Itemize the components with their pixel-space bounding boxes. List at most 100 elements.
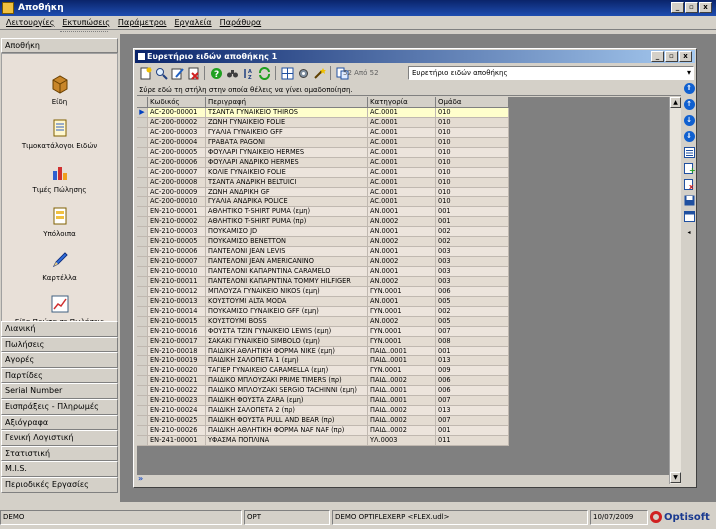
table-row[interactable]: AC-200-00007 ΚΟΛΙΕ ΓΥΝΑΙΚΕΙΟ FOLIE AC.0001…	[137, 167, 509, 178]
minimize-button[interactable]: _	[671, 2, 684, 13]
double-right-arrow-icon[interactable]: »	[138, 474, 143, 483]
column-header-group[interactable]: Ομάδα	[436, 97, 509, 108]
module-sales[interactable]: Πωλήσεις	[1, 336, 118, 353]
table-row[interactable]: EN-210-00005 ΠΟΥΚΑΜΙΣΟ BENETTON AN.0002 002	[137, 237, 509, 248]
sidebar-item-items[interactable]: Είδη	[2, 74, 117, 106]
table-row[interactable]: AC-200-00008 ΤΣΑΝΤΑ ΑΝΔΡΙΚΗ BELTUICI AC.00…	[137, 177, 509, 188]
table-row[interactable]: EN-210-00006 ΠΑΝΤΕΛΟΝΙ JEAN LEVIS AN.0001 0…	[137, 247, 509, 258]
module-mis[interactable]: M.I.S.	[1, 461, 118, 477]
child-minimize-button[interactable]: _	[651, 51, 664, 62]
small-left-arrow-icon[interactable]: ◂	[683, 226, 695, 238]
child-maximize-button[interactable]: ▫	[665, 51, 678, 62]
column-header-code[interactable]: Κωδικός	[148, 97, 206, 108]
table-row[interactable]: EN-210-00025 ΠΑΙΔΙΚΗ ΦΟΥΣΤΑ PULL AND BEAR…	[137, 416, 509, 426]
sidebar-item-sale-prices[interactable]: Τιμές Πώλησης	[2, 162, 117, 194]
module-retail[interactable]: Λιανική	[1, 321, 118, 337]
sidebar-item-label: Καρτέλλα	[42, 274, 77, 282]
module-securities[interactable]: Αξιόγραφα	[1, 414, 118, 431]
new-record-icon[interactable]	[138, 66, 152, 80]
sort-icon[interactable]: AZ	[241, 66, 255, 80]
list-view-icon[interactable]	[683, 146, 695, 158]
table-row[interactable]: EN-210-00019 ΠΑΙΔΙΚΗ ΣΑΛΟΠΕΤΑ 1 (εμη) ΠΑΙΔ…	[137, 356, 509, 367]
table-row[interactable]: EN-210-00002 ΑΘΛΗΤΙΚΟ T-SHIRT PUMA (πρ) AN…	[137, 217, 509, 228]
sidebar-header[interactable]: Αποθήκη	[1, 38, 118, 53]
table-row[interactable]: AC-200-00006 ΦΟΥΛΑΡΙ ΑΝΔΡΙΚΟ HERMES AC.000…	[137, 157, 509, 168]
module-purchases[interactable]: Αγορές	[1, 352, 118, 368]
next-record-icon[interactable]: ↓	[683, 114, 695, 126]
table-row[interactable]: AC-200-00002 ΖΩΝΗ ΓΥΝΑΙΚΕΙΟ FOLIE AC.0001 0…	[137, 117, 509, 128]
help-icon[interactable]: ?	[209, 66, 223, 80]
table-row[interactable]: EN-210-00023 ΠΑΙΔΙΚΗ ΦΟΥΣΤΑ ZARA (εμη) ΠΑΙ…	[137, 396, 509, 407]
last-record-icon[interactable]: ⇓	[683, 130, 695, 142]
table-row[interactable]: EN-210-00013 ΚΟΥΣΤΟΥΜΙ ALTA MODA AN.0001 00…	[137, 296, 509, 307]
chevron-down-icon[interactable]: ▾	[687, 67, 691, 79]
table-row[interactable]: EN-210-00024 ΠΑΙΔΙΚΗ ΣΑΛΟΠΕΤΑ 2 (πρ) ΠΑΙΔ.…	[137, 406, 509, 417]
previous-record-icon[interactable]: ↑	[683, 98, 695, 110]
column-header-description[interactable]: Περιγραφή	[206, 97, 368, 108]
grid-view-icon[interactable]	[280, 66, 294, 80]
sidebar-item-price-lists[interactable]: Τιμοκατάλογοι Ειδών	[2, 118, 117, 150]
table-row[interactable]: AC-200-00004 ΓΡΑΒΑΤΑ PAGONI AC.0001 010	[137, 137, 509, 148]
table-row[interactable]: EN-210-00015 ΚΟΥΣΤΟΥΜΙ BOSS AN.0002 005	[137, 316, 509, 327]
group-by-panel[interactable]: Σύρε εδώ τη στήλη στην οποία θέλεις να γ…	[137, 84, 681, 96]
cell-group: 010	[436, 108, 509, 118]
child-titlebar[interactable]: Ευρετήριο ειδών αποθήκης 1 _ ▫ x	[135, 50, 695, 63]
module-periodic-tasks[interactable]: Περιοδικές Εργασίες	[1, 476, 118, 493]
table-row[interactable]: EN-210-00020 ΤΑΓΙΕΡ ΓΥΝΑΙΚΕΙΟ CARAMELLA (…	[137, 366, 509, 377]
edit-icon[interactable]	[170, 66, 184, 80]
scroll-down-icon[interactable]: ▼	[670, 472, 681, 483]
first-record-icon[interactable]: ⇑	[683, 82, 695, 94]
find-icon[interactable]	[154, 66, 168, 80]
module-batches[interactable]: Παρτίδες	[1, 367, 118, 384]
sidebar-item-card[interactable]: Καρτέλλα	[2, 250, 117, 282]
menu-windows[interactable]: Παράθυρα	[220, 16, 262, 29]
table-row[interactable]: EN-210-00018 ΠΑΙΔΙΚΗ ΑΘΛΗΤΙΚΗ ΦΟΡΜΑ NIKE …	[137, 346, 509, 357]
close-button[interactable]: x	[699, 2, 712, 13]
table-row[interactable]: EN-210-00003 ΠΟΥΚΑΜΙΣΟ JD AN.0001 002	[137, 227, 509, 238]
table-row[interactable]: AC-200-00003 ΓΥΑΛΙΑ ΓΥΝΑΙΚΕΙΟ GFF AC.0001 0…	[137, 127, 509, 138]
settings-icon[interactable]	[296, 66, 310, 80]
columns-icon[interactable]	[683, 210, 695, 222]
table-row[interactable]: EN-210-00001 ΑΘΛΗΤΙΚΟ T-SHIRT PUMA (εμη) A…	[137, 207, 509, 218]
save-icon[interactable]	[683, 194, 695, 206]
table-row[interactable]: EN-210-00011 ΠΑΝΤΕΛΟΝΙ ΚΑΠΑΡΝΤΙΝΑ TOMMY H…	[137, 276, 509, 287]
table-row[interactable]: EN-210-00026 ΠΑΙΔΙΚΗ ΑΘΛΗΤΙΚΗ ΦΟΡΜΑ NAF N…	[137, 426, 509, 436]
horizontal-scrollbar[interactable]: »	[137, 474, 669, 484]
table-row[interactable]: EN-210-00017 ΣΑΚΑΚΙ ΓΥΝΑΙΚΕΙΟ SIMBOLO (εμ…	[137, 336, 509, 347]
table-row[interactable]: EN-210-00012 ΜΠΛΟΥΖΑ ΓΥΝΑΙΚΕΙΟ NIKOS (εμη…	[137, 286, 509, 297]
restore-button[interactable]: ▫	[685, 2, 698, 13]
binoculars-icon[interactable]	[225, 66, 239, 80]
module-serial-number[interactable]: Serial Number	[1, 383, 118, 399]
table-row[interactable]: ▶ AC-200-00001 ΤΣΑΝΤΑ ΓΥΝΑΙΚΕΙΟ THIROS AC.0…	[137, 108, 509, 118]
sidebar-item-balances[interactable]: Υπόλοιπα	[2, 206, 117, 238]
module-general-ledger[interactable]: Γενική Λογιστική	[1, 430, 118, 446]
module-receipts-payments[interactable]: Εισπράξεις - Πληρωμές	[1, 398, 118, 415]
toolbar-grip[interactable]	[60, 31, 108, 34]
table-row[interactable]: EN-210-00010 ΠΑΝΤΕΛΟΝΙ ΚΑΠΑΡΝΤΙΝΑ CARAMEL…	[137, 267, 509, 277]
delete-row-icon[interactable]: x	[683, 178, 695, 190]
menu-prints[interactable]: Εκτυπώσεις	[62, 16, 110, 29]
menu-tools[interactable]: Εργαλεία	[174, 16, 211, 29]
module-statistics[interactable]: Στατιστική	[1, 445, 118, 462]
table-row[interactable]: EN-210-00007 ΠΑΝΤΕΛΟΝΙ JEAN AMERICANINO AN…	[137, 257, 509, 267]
table-row[interactable]: AC-200-00005 ΦΟΥΛΑΡΙ ΓΥΝΑΙΚΕΙΟ HERMES AC.0…	[137, 147, 509, 158]
menu-functions[interactable]: Λειτουργίες	[6, 16, 54, 29]
table-row[interactable]: EN-210-00022 ΠΑΙΔΙΚΟ ΜΠΛΟΥΖΑΚΙ SERGIO TAC…	[137, 386, 509, 397]
vertical-scrollbar[interactable]: ▲ ▼	[669, 97, 681, 484]
table-row[interactable]: EN-210-00014 ΠΟΥΚΑΜΙΣΟ ΓΥΝΑΙΚΕΙΟ GFF (εμη…	[137, 306, 509, 317]
scroll-up-icon[interactable]: ▲	[670, 97, 681, 108]
magic-wand-icon[interactable]	[312, 66, 326, 80]
table-row[interactable]: AC-200-00010 ΓΥΑΛΙΑ ΑΝΔΡΙΚΑ POLICE AC.0001…	[137, 197, 509, 208]
child-close-button[interactable]: x	[679, 51, 692, 62]
table-row[interactable]: EN-241-00001 ΥΦΑΣΜΑ ΠΟΠΛΙΝΑ ΥΛ.0003 011	[137, 435, 509, 446]
menu-parameters[interactable]: Παράμετροι	[118, 16, 167, 29]
refresh-icon[interactable]	[257, 66, 271, 80]
delete-icon[interactable]	[186, 66, 200, 80]
cell-group: 005	[436, 316, 509, 327]
column-header-category[interactable]: Κατηγορία	[368, 97, 436, 108]
table-row[interactable]: EN-210-00021 ΠΑΙΔΙΚΟ ΜΠΛΟΥΖΑΚΙ PRIME TIME…	[137, 376, 509, 387]
view-select[interactable]: Ευρετήριο ειδών αποθήκης ▾	[408, 66, 694, 80]
table-row[interactable]: EN-210-00016 ΦΟΥΣΤΑ ΤΖΙΝ ΓΥΝΑΙΚΕΙΟ LEWIS …	[137, 326, 509, 337]
table-row[interactable]: AC-200-00009 ΖΩΝΗ ΑΝΔΡΙΚΗ GF AC.0001 010	[137, 187, 509, 198]
add-row-icon[interactable]: +	[683, 162, 695, 174]
